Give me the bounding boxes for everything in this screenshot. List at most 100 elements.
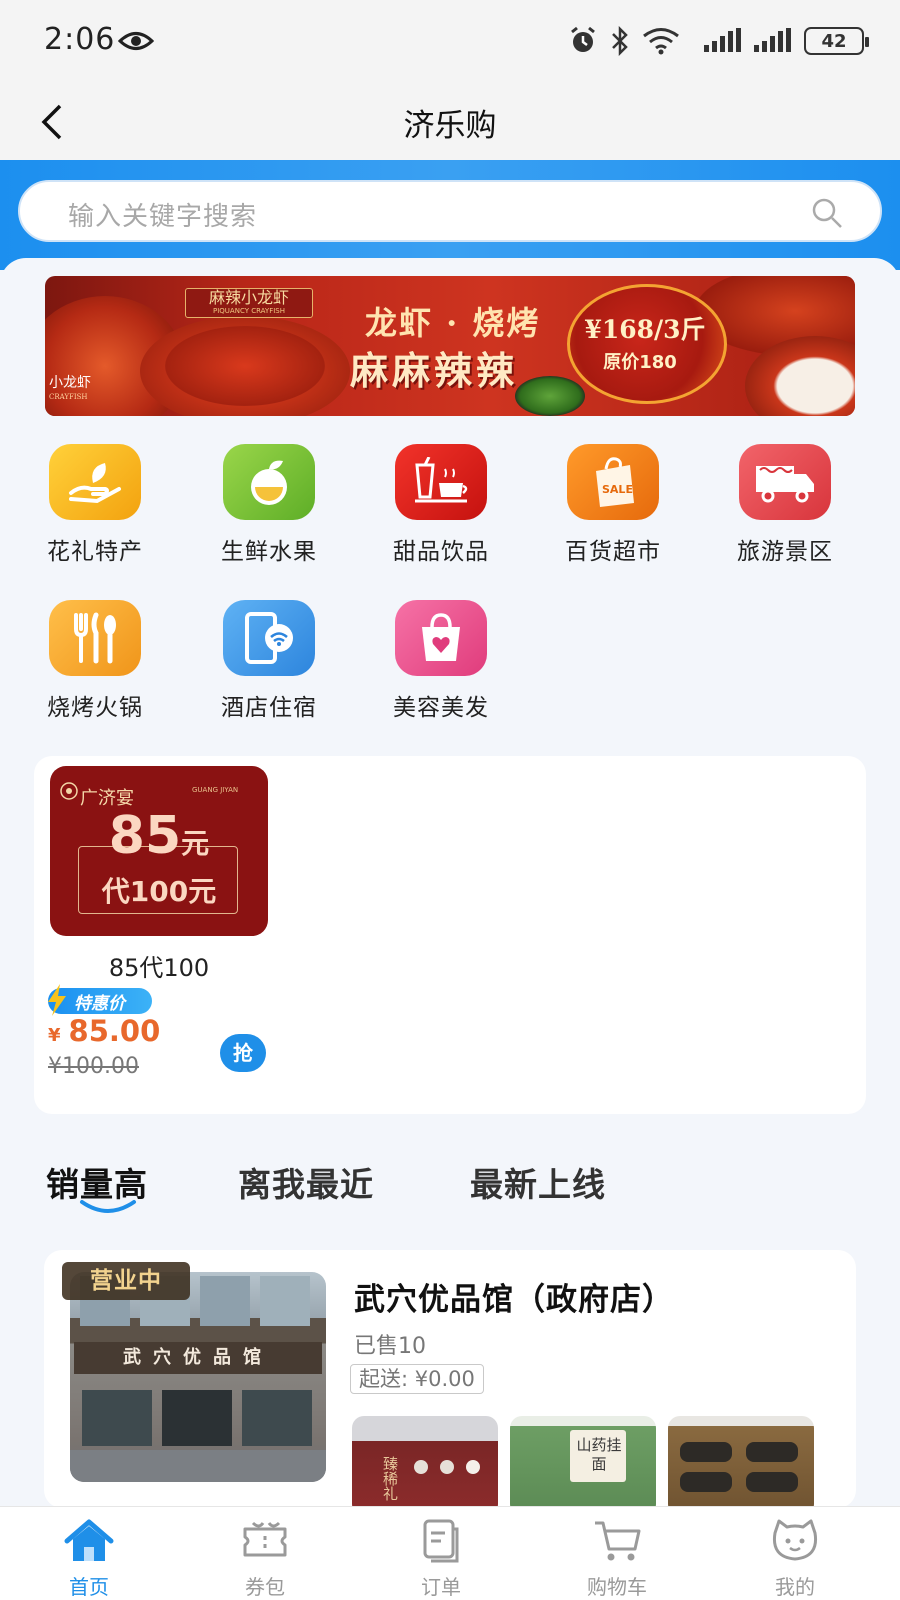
- svg-text:SALE: SALE: [602, 483, 633, 496]
- promo-banner[interactable]: 麻辣小龙虾 PIQUANCY CRAYFISH 龙虾 · 烧烤 麻麻辣辣 ¥16…: [45, 276, 855, 416]
- special-price-badge: 特惠价: [48, 984, 152, 1016]
- status-time: 2:06: [44, 22, 116, 57]
- cart-icon: [595, 1521, 641, 1561]
- tabbar-label: 券包: [245, 1575, 285, 1599]
- tabbar-cart[interactable]: 购物车: [562, 1519, 672, 1600]
- tabbar-home[interactable]: 首页: [34, 1519, 144, 1600]
- product-thumbnail[interactable]: 臻稀礼: [352, 1416, 498, 1508]
- dessert-drink-icon: [395, 444, 487, 520]
- special-price-label: 特惠价: [74, 994, 125, 1014]
- tabbar-coupons[interactable]: 券包: [210, 1519, 320, 1600]
- shop-sign: 武穴优品馆: [74, 1342, 322, 1374]
- banner-price: ¥168/3斤: [584, 315, 706, 344]
- category-flowers-specialties[interactable]: 花礼特产: [20, 444, 170, 566]
- utensils-icon: [49, 600, 141, 676]
- tabbar-label: 购物车: [587, 1575, 647, 1599]
- battery-indicator: 42: [804, 27, 869, 55]
- banner-corner-tag-en: CRAYFISH: [49, 393, 88, 401]
- category-label: 烧烤火锅: [47, 695, 143, 721]
- shop-name: 武穴优品馆（政府店）: [354, 1282, 674, 1318]
- tabbar-label: 首页: [69, 1575, 109, 1599]
- grab-button[interactable]: 抢: [220, 1034, 266, 1072]
- truck-icon: [739, 444, 831, 520]
- category-tourism[interactable]: 旅游景区: [710, 444, 860, 566]
- coupon-original-price: ¥100.00: [48, 1054, 139, 1079]
- tabbar-orders[interactable]: 订单: [386, 1519, 496, 1600]
- tab-nearest[interactable]: 离我最近: [238, 1158, 374, 1206]
- product-thumbnail[interactable]: 山药挂面: [510, 1416, 656, 1508]
- category-label: 美容美发: [393, 695, 489, 721]
- coupon-card[interactable]: 广济宴 GUANG JIYAN 85元 代100元 85代100 特惠价 ¥85…: [34, 756, 866, 1114]
- bottom-tab-bar: 首页 券包 订单 购物车 我的: [0, 1506, 900, 1600]
- category-label: 生鲜水果: [221, 539, 317, 565]
- tab-newest[interactable]: 最新上线: [470, 1158, 606, 1206]
- alarm-icon: [571, 26, 595, 52]
- open-status-badge: 营业中: [62, 1262, 190, 1300]
- banner-brand-en: PIQUANCY CRAYFISH: [213, 307, 285, 315]
- banner-brand: 麻辣小龙虾 PIQUANCY CRAYFISH: [185, 288, 313, 318]
- search-placeholder: 输入关键字搜索: [68, 202, 258, 232]
- profile-icon: [772, 1519, 818, 1561]
- shop-photo: 武穴优品馆: [70, 1272, 326, 1482]
- banner-corner-tag: 小龙虾 CRAYFISH: [49, 376, 91, 404]
- coupon-price-value: 85.00: [68, 1014, 161, 1048]
- category-label: 百货超市: [565, 539, 661, 565]
- gift-hand-icon: [49, 444, 141, 520]
- battery-level: 42: [821, 30, 847, 52]
- category-label: 花礼特产: [47, 539, 143, 565]
- category-label: 旅游景区: [737, 539, 833, 565]
- coupon-image: 广济宴 GUANG JIYAN 85元 代100元: [50, 766, 268, 936]
- wifi-icon: [643, 28, 679, 55]
- currency-symbol: ¥: [48, 1025, 61, 1046]
- home-icon: [64, 1519, 114, 1561]
- tabbar-profile[interactable]: 我的: [740, 1519, 850, 1600]
- coupon-icon: [243, 1521, 287, 1557]
- coupon-price: ¥85.00: [48, 1014, 160, 1048]
- min-order-tag: 起送: ¥0.00: [350, 1364, 484, 1394]
- shop-card[interactable]: 武穴优品馆 营业中 武穴优品馆（政府店） 已售10 起送: ¥0.00 臻稀礼 …: [44, 1250, 856, 1508]
- banner-original-price: 原价180: [603, 352, 677, 373]
- thumbnail-label: 臻稀礼: [381, 1456, 399, 1501]
- status-icons: 42: [568, 26, 869, 56]
- product-thumbnail[interactable]: [668, 1416, 814, 1508]
- fruit-icon: [223, 444, 315, 520]
- nav-bar: 济乐购: [0, 86, 900, 160]
- banner-headline: 龙虾 · 烧烤: [365, 304, 541, 342]
- phone-wifi-icon: [223, 600, 315, 676]
- category-bbq-hotpot[interactable]: 烧烤火锅: [20, 600, 170, 722]
- order-icon: [423, 1519, 459, 1563]
- category-beauty-salon[interactable]: 美容美发: [366, 600, 516, 722]
- lightning-icon: [48, 984, 66, 1016]
- tabbar-label: 订单: [421, 1575, 461, 1599]
- coupon-subtitle: 代100元: [101, 875, 217, 908]
- coupon-name: 85代100: [108, 954, 210, 982]
- heart-bag-icon: [395, 600, 487, 676]
- banner-corner-tag-text: 小龙虾: [49, 375, 91, 391]
- signal-icon-1: [704, 28, 741, 52]
- category-fresh-fruit[interactable]: 生鲜水果: [194, 444, 344, 566]
- shop-sold-count: 已售10: [354, 1334, 426, 1359]
- banner-slogan: 麻麻辣辣: [350, 348, 519, 393]
- shopping-bag-sale-icon: SALE: [567, 444, 659, 520]
- thumbnail-label: 山药挂面: [576, 1436, 622, 1473]
- banner-brand-text: 麻辣小龙虾: [208, 288, 289, 307]
- category-desserts-drinks[interactable]: 甜品饮品: [366, 444, 516, 566]
- restaurant-logo-icon: [60, 782, 78, 800]
- category-hotel[interactable]: 酒店住宿: [194, 600, 344, 722]
- search-icon[interactable]: [810, 196, 844, 230]
- category-department-store[interactable]: SALE 百货超市: [538, 444, 688, 566]
- eye-icon: [118, 32, 154, 50]
- page-title: 济乐购: [403, 108, 497, 144]
- category-label: 酒店住宿: [221, 695, 317, 721]
- active-tab-indicator: [80, 1200, 136, 1213]
- signal-icon-2: [754, 28, 791, 52]
- coupon-amount-value: 85: [108, 806, 182, 866]
- coupon-amount-unit: 元: [181, 827, 210, 860]
- tabbar-label: 我的: [775, 1575, 815, 1599]
- category-label: 甜品饮品: [393, 539, 489, 565]
- coupon-amount: 85元: [50, 806, 268, 866]
- bluetooth-icon: [612, 26, 628, 56]
- status-bar: 2:06 42: [0, 0, 900, 86]
- search-input[interactable]: 输入关键字搜索: [18, 180, 882, 242]
- coupon-brand-en: GUANG JIYAN: [192, 786, 239, 794]
